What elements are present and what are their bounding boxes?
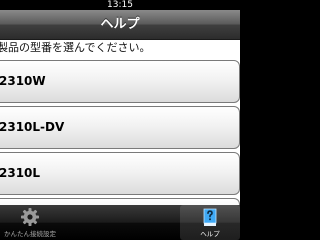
model-item-2310w[interactable]: 2310W <box>0 60 240 103</box>
tab-easy-connection-setup[interactable]: かんたん接続設定 <box>0 205 60 240</box>
model-item-2310l-dv[interactable]: 2310L-DV <box>0 106 240 149</box>
navigation-bar: ヘルプ <box>0 10 240 40</box>
status-time: 13:15 <box>107 0 133 10</box>
page-title: ヘルプ <box>100 17 140 32</box>
app-screen: 13:15 ヘルプ 製品の型番を選んでください。 2310W 2310L-DV … <box>0 0 240 240</box>
model-item-next[interactable] <box>0 198 240 205</box>
model-item-label: 2310W <box>0 74 46 88</box>
tab-label: かんたん接続設定 <box>4 230 56 238</box>
model-item-label: 2310L-DV <box>0 120 65 134</box>
tab-help[interactable]: ヘルプ <box>180 205 240 240</box>
tab-label: ヘルプ <box>200 230 220 238</box>
model-item-label: 2310L <box>0 166 41 180</box>
tab-bar: かんたん接続設定 ヘルプ <box>0 205 240 240</box>
model-item-2310l[interactable]: 2310L <box>0 152 240 195</box>
help-content: 製品の型番を選んでください。 2310W 2310L-DV 2310L <box>0 40 240 205</box>
instruction-text: 製品の型番を選んでください。 <box>0 41 151 54</box>
status-bar: 13:15 <box>0 0 240 10</box>
